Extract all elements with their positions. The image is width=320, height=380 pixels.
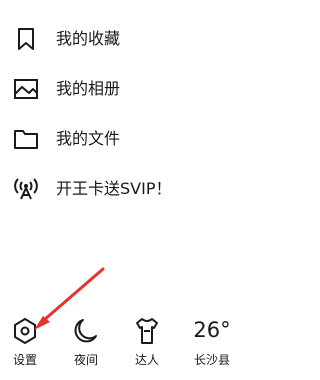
expert-button[interactable]: 达人	[123, 315, 171, 375]
menu-item-files[interactable]: 我的文件	[0, 122, 272, 156]
image-icon	[13, 77, 39, 101]
weather-city: 长沙县	[193, 353, 230, 367]
settings-label: 设置	[12, 353, 37, 367]
menu-item-label: 我的文件	[56, 129, 121, 148]
settings-hexagon-icon	[10, 315, 40, 347]
menu-item-label: 我的相册	[56, 79, 121, 98]
antenna-icon	[13, 177, 39, 201]
expert-label: 达人	[134, 353, 159, 367]
shirt-icon	[132, 315, 162, 347]
menu-item-album[interactable]: 我的相册	[0, 72, 272, 106]
night-mode-button[interactable]: 夜间	[62, 315, 110, 375]
night-mode-label: 夜间	[73, 353, 98, 367]
moon-icon	[71, 315, 101, 347]
weather-widget[interactable]: 26° 长沙县	[188, 315, 236, 375]
weather-temperature: 26°	[193, 318, 231, 342]
settings-button[interactable]: 设置	[1, 315, 49, 375]
menu-item-label: 我的收藏	[56, 29, 121, 48]
menu-item-label: 开王卡送SVIP！	[56, 179, 172, 198]
folder-icon	[13, 127, 39, 151]
menu-item-svip-promo[interactable]: 开王卡送SVIP！	[0, 172, 272, 206]
bookmark-icon	[13, 27, 39, 51]
menu-item-favorites[interactable]: 我的收藏	[0, 22, 272, 56]
